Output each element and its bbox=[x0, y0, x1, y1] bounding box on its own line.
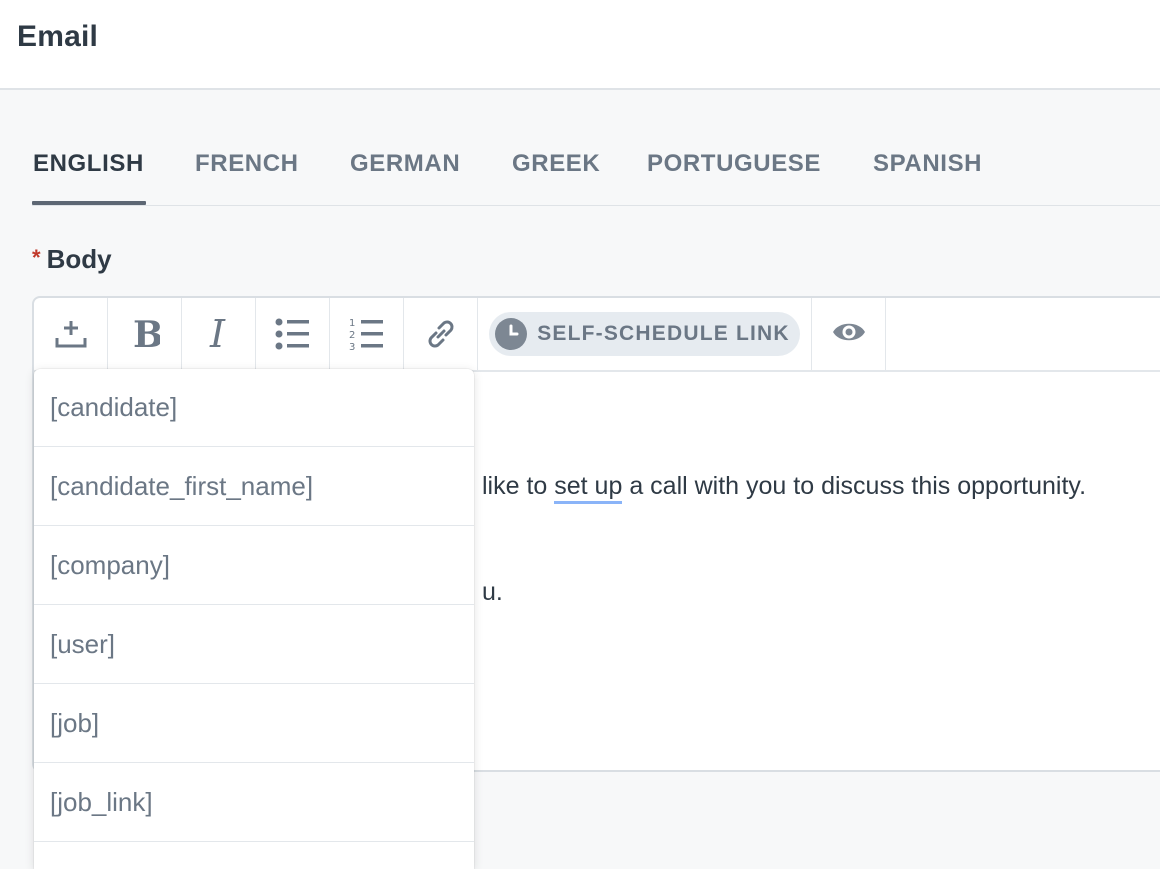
link-icon bbox=[424, 317, 458, 351]
tab-spanish[interactable]: SPANISH bbox=[873, 150, 982, 206]
bold-icon: B bbox=[130, 317, 160, 351]
placeholder-option-job[interactable]: [job] bbox=[34, 684, 474, 763]
svg-text:B: B bbox=[133, 317, 160, 351]
placeholder-dropdown: [candidate] [candidate_first_name] [comp… bbox=[34, 369, 474, 869]
insert-placeholder-button[interactable] bbox=[34, 298, 108, 370]
placeholder-option-company[interactable]: [company] bbox=[34, 526, 474, 605]
editor-toolbar: B I 1 2 3 SELF-SCHEDULE LINK bbox=[34, 298, 1160, 372]
self-schedule-label: SELF-SCHEDULE LINK bbox=[537, 322, 790, 345]
top-bar: Email bbox=[0, 0, 1160, 90]
placeholder-option-user[interactable]: [user] bbox=[34, 605, 474, 684]
bulleted-list-button[interactable] bbox=[256, 298, 330, 370]
svg-text:3: 3 bbox=[349, 342, 355, 352]
placeholder-option-candidate[interactable]: [candidate] bbox=[34, 369, 474, 447]
self-schedule-link-button[interactable]: SELF-SCHEDULE LINK bbox=[489, 312, 800, 356]
tab-greek[interactable]: GREEK bbox=[512, 150, 600, 206]
link-button[interactable] bbox=[404, 298, 478, 370]
editor-line-2: u. bbox=[482, 578, 503, 606]
tab-french[interactable]: FRENCH bbox=[195, 150, 299, 206]
italic-button[interactable]: I bbox=[182, 298, 256, 370]
line1-start: like to bbox=[482, 472, 555, 500]
italic-icon: I bbox=[206, 316, 232, 352]
bold-button[interactable]: B bbox=[108, 298, 182, 370]
eye-icon bbox=[832, 319, 866, 350]
insert-placeholder-icon bbox=[54, 317, 88, 351]
placeholder-option-candidate-first-name[interactable]: [candidate_first_name] bbox=[34, 447, 474, 526]
numbered-list-icon: 1 2 3 bbox=[349, 316, 385, 352]
active-tab-indicator bbox=[32, 201, 146, 205]
spellcheck-flagged-text[interactable]: set up bbox=[554, 472, 623, 504]
editor-line-1: like to set up a call with you to discus… bbox=[482, 472, 1087, 504]
required-marker: * bbox=[32, 245, 41, 270]
svg-text:1: 1 bbox=[349, 318, 355, 329]
language-tabs: ENGLISH FRENCH GERMAN GREEK PORTUGUESE S… bbox=[32, 140, 1160, 206]
line1-end: a call with you to discuss this opportun… bbox=[622, 472, 1087, 500]
svg-text:2: 2 bbox=[349, 330, 355, 341]
body-field-label: * Body bbox=[32, 244, 112, 275]
self-schedule-slot: SELF-SCHEDULE LINK bbox=[478, 298, 812, 370]
tab-portuguese[interactable]: PORTUGUESE bbox=[647, 150, 821, 206]
tab-german[interactable]: GERMAN bbox=[350, 150, 460, 206]
clock-icon bbox=[495, 318, 528, 350]
tab-english[interactable]: ENGLISH bbox=[33, 150, 144, 206]
page-title: Email bbox=[17, 20, 99, 53]
numbered-list-button[interactable]: 1 2 3 bbox=[330, 298, 404, 370]
placeholder-option-job-link[interactable]: [job_link] bbox=[34, 763, 474, 842]
body-label-text: Body bbox=[46, 244, 112, 274]
svg-text:I: I bbox=[209, 316, 226, 352]
bulleted-list-icon bbox=[275, 317, 311, 351]
preview-button[interactable] bbox=[812, 298, 886, 370]
